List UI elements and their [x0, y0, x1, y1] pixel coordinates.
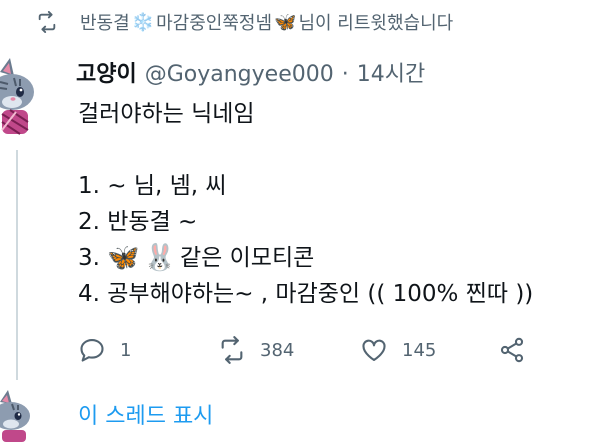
- tweet-line-4: 3. 🦋 🐰 같은 이모티콘: [78, 240, 578, 276]
- reply-count: 1: [120, 339, 132, 361]
- retweet-button[interactable]: 384: [218, 336, 294, 364]
- separator-dot: ·: [341, 62, 349, 87]
- tweet-line-5: 4. 공부해야하는~ , 마감중인 (( 100% 찐따 )): [78, 281, 534, 307]
- thread-connector-line: [16, 150, 18, 380]
- heart-icon: [362, 339, 386, 361]
- retweeter-name-prefix[interactable]: 반동결: [80, 9, 130, 35]
- share-icon: [500, 337, 524, 363]
- tweet-actions: 1 384 145: [78, 330, 558, 370]
- tweet-timestamp[interactable]: 14시간: [357, 56, 425, 88]
- tweet-line-3: 2. 반동결 ~: [78, 209, 198, 235]
- reply-button[interactable]: 1: [78, 336, 131, 364]
- author-name[interactable]: 고양이: [76, 56, 137, 88]
- show-thread-link[interactable]: 이 스레드 표시: [78, 398, 213, 430]
- butterfly-emoji: 🦋: [107, 243, 140, 273]
- butterfly-emoji: 🦋: [274, 11, 297, 33]
- tweet-text: 걸러야하는 닉네임 1. ~ 님, 넴, 씨 2. 반동결 ~ 3. 🦋 🐰 같…: [78, 96, 578, 312]
- like-count: 145: [402, 339, 437, 361]
- tweet-line-1: 걸러야하는 닉네임: [78, 101, 255, 127]
- tweet-line-2: 1. ~ 님, 넴, 씨: [78, 173, 227, 199]
- author-handle[interactable]: @Goyangyee000: [145, 62, 334, 87]
- share-button[interactable]: [498, 336, 526, 364]
- tweet-header: 고양이 @Goyangyee000 · 14시간: [76, 56, 425, 88]
- rabbit-emoji: 🐰: [143, 243, 177, 273]
- retweet-notice-suffix: 님이 리트윗했습니다: [298, 13, 454, 34]
- like-button[interactable]: 145: [360, 336, 436, 364]
- thread-avatar[interactable]: [0, 388, 34, 442]
- retweeter-name-middle[interactable]: 마감중인쭉정넴: [156, 9, 272, 35]
- reply-icon: [80, 339, 104, 362]
- author-avatar[interactable]: [0, 52, 34, 138]
- retweet-icon: [221, 336, 243, 364]
- snowflake-emoji: ❄️: [131, 11, 155, 33]
- retweet-notice[interactable]: 반동결 ❄️ 마감중인쭉정넴 🦋 님이 리트윗했습니다: [36, 8, 453, 36]
- retweet-icon: [38, 11, 56, 33]
- tweet-line-4-suffix: 같은 이모티콘: [180, 245, 315, 271]
- tweet-line-4-prefix: 3.: [78, 245, 100, 271]
- retweet-count: 384: [260, 339, 295, 361]
